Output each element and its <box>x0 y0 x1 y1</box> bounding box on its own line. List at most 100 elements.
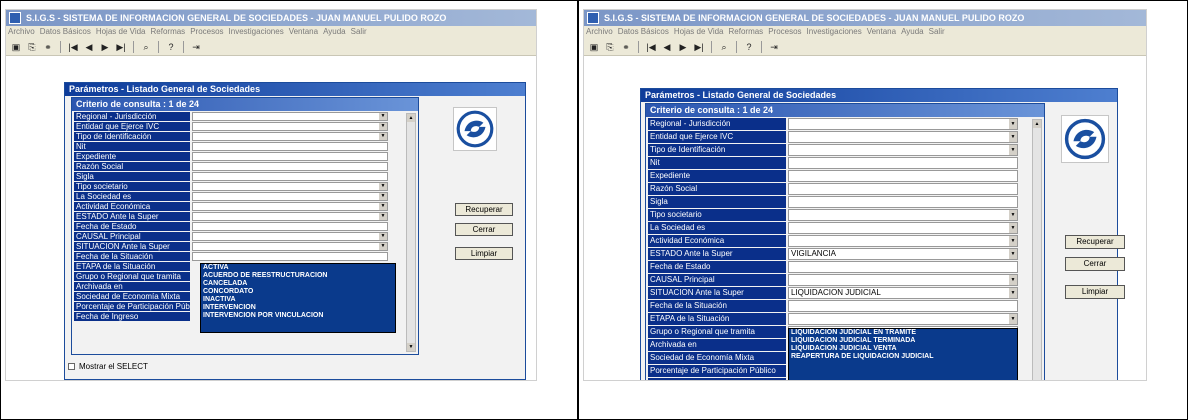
dropdown-arrow-icon[interactable]: ▼ <box>1009 223 1017 233</box>
link-icon[interactable]: ⚭ <box>42 41 54 53</box>
dropdown-option[interactable]: CONCORDATO <box>201 288 395 296</box>
dropdown-option[interactable]: ACUERDO DE REESTRUCTURACION <box>201 272 395 280</box>
menu-item-investigaciones[interactable]: Investigaciones <box>807 27 862 36</box>
first-record-icon[interactable]: |◀ <box>67 41 79 53</box>
dropdown-arrow-icon[interactable]: ▼ <box>379 213 387 220</box>
menu-item-datos-b-sicos[interactable]: Datos Básicos <box>618 27 669 36</box>
criteria-input[interactable] <box>192 152 388 161</box>
first-record-icon[interactable]: |◀ <box>645 41 657 53</box>
dropdown-arrow-icon[interactable]: ▼ <box>1009 145 1017 155</box>
menu-item-hojas-de-vida[interactable]: Hojas de Vida <box>674 27 724 36</box>
dropdown-arrow-icon[interactable]: ▼ <box>379 113 387 120</box>
criteria-input[interactable] <box>788 196 1018 208</box>
link-icon[interactable]: ⚭ <box>620 41 632 53</box>
dropdown-option[interactable]: REAPERTURA DE LIQUIDACION JUDICIAL <box>789 353 1017 361</box>
dropdown-arrow-icon[interactable]: ▼ <box>379 133 387 140</box>
menu-item-archivo[interactable]: Archivo <box>586 27 613 36</box>
dropdown-option[interactable]: INTERVENCION POR VINCULACION <box>201 312 395 320</box>
next-record-icon[interactable]: ▶ <box>677 41 689 53</box>
next-record-icon[interactable]: ▶ <box>99 41 111 53</box>
criteria-input[interactable] <box>192 162 388 171</box>
criteria-combo[interactable]: ▼ <box>788 209 1018 221</box>
criteria-combo[interactable]: ▼ <box>788 131 1018 143</box>
menu-item-ventana[interactable]: Ventana <box>289 27 318 36</box>
dropdown-arrow-icon[interactable]: ▼ <box>1009 249 1017 259</box>
save-icon[interactable]: ▣ <box>588 41 600 53</box>
copy-icon[interactable]: ⎘ <box>26 41 38 53</box>
dropdown-arrow-icon[interactable]: ▼ <box>1009 314 1017 324</box>
criteria-input[interactable] <box>192 172 388 181</box>
criteria-input[interactable] <box>192 222 388 231</box>
menu-item-procesos[interactable]: Procesos <box>768 27 801 36</box>
criteria-combo[interactable]: ▼ <box>788 274 1018 286</box>
menu-item-investigaciones[interactable]: Investigaciones <box>229 27 284 36</box>
scroll-up-icon[interactable]: ▲ <box>407 114 415 122</box>
query-icon[interactable]: ⌕ <box>140 41 152 53</box>
last-record-icon[interactable]: ▶| <box>115 41 127 53</box>
last-record-icon[interactable]: ▶| <box>693 41 705 53</box>
dropdown-arrow-icon[interactable]: ▼ <box>379 193 387 200</box>
save-icon[interactable]: ▣ <box>10 41 22 53</box>
recuperar-button[interactable]: Recuperar <box>455 203 513 216</box>
limpiar-button[interactable]: Limpiar <box>455 247 513 260</box>
query-icon[interactable]: ⌕ <box>718 41 730 53</box>
cerrar-button[interactable]: Cerrar <box>455 223 513 236</box>
limpiar-button[interactable]: Limpiar <box>1065 285 1125 299</box>
criteria-combo[interactable]: ▼ <box>192 242 388 251</box>
dropdown-option[interactable]: CANCELADA <box>201 280 395 288</box>
dropdown-arrow-icon[interactable]: ▼ <box>1009 288 1017 298</box>
copy-icon[interactable]: ⎘ <box>604 41 616 53</box>
dropdown-option[interactable]: LIQUIDACION JUDICIAL TERMINADA <box>789 337 1017 345</box>
dropdown-arrow-icon[interactable]: ▼ <box>379 233 387 240</box>
recuperar-button[interactable]: Recuperar <box>1065 235 1125 249</box>
dropdown-arrow-icon[interactable]: ▼ <box>1009 210 1017 220</box>
exit-icon[interactable]: ⇥ <box>768 41 780 53</box>
criteria-combo[interactable]: LIQUIDACION JUDICIAL ▼ <box>788 287 1018 299</box>
dropdown-arrow-icon[interactable]: ▼ <box>379 123 387 130</box>
menu-item-hojas-de-vida[interactable]: Hojas de Vida <box>96 27 146 36</box>
scroll-up-icon[interactable]: ▲ <box>1033 120 1041 128</box>
criteria-combo[interactable]: ▼ <box>192 232 388 241</box>
criteria-combo[interactable]: ▼ <box>192 132 388 141</box>
menu-item-salir[interactable]: Salir <box>929 27 945 36</box>
checkbox-box[interactable] <box>68 363 75 370</box>
dropdown-option[interactable]: LIQUIDACION JUDICIAL VENTA <box>789 345 1017 353</box>
criteria-scrollbar[interactable]: ▲▼ <box>406 113 416 352</box>
criteria-input[interactable] <box>192 142 388 151</box>
menu-item-reformas[interactable]: Reformas <box>151 27 186 36</box>
criteria-combo[interactable]: ▼ <box>192 192 388 201</box>
previous-record-icon[interactable]: ◀ <box>661 41 673 53</box>
criteria-combo[interactable]: ▼ <box>788 313 1018 325</box>
dropdown-arrow-icon[interactable]: ▼ <box>379 243 387 250</box>
menu-item-procesos[interactable]: Procesos <box>190 27 223 36</box>
criteria-combo[interactable]: ▼ <box>788 222 1018 234</box>
cerrar-button[interactable]: Cerrar <box>1065 257 1125 271</box>
criteria-combo[interactable]: ▼ <box>192 112 388 121</box>
criteria-input[interactable] <box>788 261 1018 273</box>
dropdown-arrow-icon[interactable]: ▼ <box>379 203 387 210</box>
dropdown-arrow-icon[interactable]: ▼ <box>1009 236 1017 246</box>
criteria-combo[interactable]: ▼ <box>788 118 1018 130</box>
menu-item-reformas[interactable]: Reformas <box>729 27 764 36</box>
exit-icon[interactable]: ⇥ <box>190 41 202 53</box>
criteria-input[interactable] <box>788 157 1018 169</box>
dropdown-option[interactable]: ACTIVA <box>201 264 395 272</box>
criteria-input[interactable] <box>192 252 388 261</box>
help-icon[interactable]: ? <box>743 41 755 53</box>
dropdown-option[interactable]: INTERVENCION <box>201 304 395 312</box>
dropdown-arrow-icon[interactable]: ▼ <box>379 183 387 190</box>
menu-item-datos-b-sicos[interactable]: Datos Básicos <box>40 27 91 36</box>
criteria-combo[interactable]: VIGILANCIA ▼ <box>788 248 1018 260</box>
dropdown-option[interactable]: LIQUIDACION JUDICIAL EN TRAMITE <box>789 329 1017 337</box>
criteria-input[interactable] <box>788 183 1018 195</box>
criteria-combo[interactable]: ▼ <box>192 202 388 211</box>
mostrar-select-checkbox[interactable]: Mostrar el SELECT <box>68 362 148 371</box>
criteria-input[interactable] <box>788 170 1018 182</box>
criteria-scrollbar[interactable]: ▲▼ <box>1032 119 1042 380</box>
menu-item-ventana[interactable]: Ventana <box>867 27 896 36</box>
menu-item-ayuda[interactable]: Ayuda <box>901 27 924 36</box>
menu-item-archivo[interactable]: Archivo <box>8 27 35 36</box>
criteria-combo[interactable]: ▼ <box>788 144 1018 156</box>
dropdown-arrow-icon[interactable]: ▼ <box>1009 275 1017 285</box>
menu-item-salir[interactable]: Salir <box>351 27 367 36</box>
